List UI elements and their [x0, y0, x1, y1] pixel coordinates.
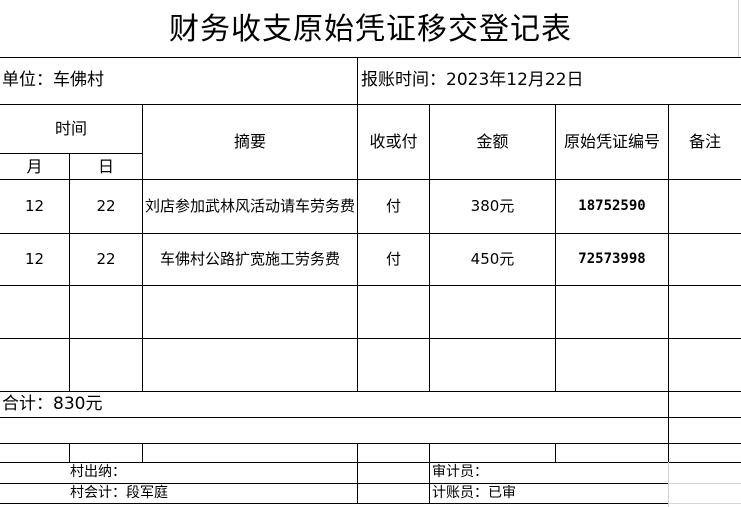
gridline [668, 462, 669, 507]
row2-remark [669, 234, 741, 285]
row2-month: 12 [24, 250, 45, 269]
row2-amount: 450元 [470, 250, 515, 269]
row2-type: 付 [385, 250, 401, 269]
gridline [668, 503, 741, 504]
header-summary: 摘要 [233, 132, 266, 151]
row2-voucher: 72573998 [578, 250, 646, 267]
total-label: 合计：830元 [2, 393, 103, 414]
cashier-label: 村出纳： [70, 464, 126, 481]
rule-below-sign2 [0, 503, 668, 504]
rule-sign-divider [357, 443, 358, 503]
header-time: 时间 [54, 118, 87, 138]
row1-remark [669, 180, 741, 233]
row2-day: 22 [96, 250, 116, 269]
rule-below-row3 [0, 338, 741, 339]
row1-month: 12 [24, 197, 45, 216]
rule-blank-divider-mid [142, 443, 143, 462]
rule-below-row2 [0, 285, 741, 286]
rule-unit-divider [357, 57, 358, 104]
bookkeeper-label: 计账员：已审 [432, 484, 516, 501]
rule-sign-divider-2 [429, 443, 430, 503]
rule-blank-divider [555, 443, 556, 462]
accountant-label: 村会计：段军庭 [70, 484, 168, 501]
rule-blank-divider-left [69, 443, 70, 462]
report-date-label: 报账时间：2023年12月22日 [361, 70, 584, 91]
row1-type: 付 [385, 197, 401, 216]
header-day: 日 [97, 156, 114, 176]
unit-label: 单位：车佛村 [2, 70, 104, 91]
row2-summary: 车佛村公路扩宽施工劳务费 [159, 250, 340, 269]
row1-amount: 380元 [470, 197, 515, 216]
rule-below-blank1 [0, 443, 741, 444]
auditor-label: 审计员： [432, 464, 488, 481]
header-type: 收或付 [369, 132, 418, 151]
rule-below-total [0, 417, 741, 418]
gridline [668, 483, 741, 484]
page-title: 财务收支原始凭证移交登记表 [169, 12, 572, 48]
header-voucher: 原始凭证编号 [563, 132, 660, 151]
header-remark: 备注 [688, 132, 721, 151]
row1-summary: 刘店参加武林风活动请车劳务费 [145, 197, 356, 216]
header-amount: 金额 [476, 132, 509, 151]
row1-voucher: 18752590 [578, 197, 646, 214]
row1-day: 22 [96, 197, 116, 216]
rule-col-remark-lower [668, 391, 669, 462]
header-month: 月 [26, 156, 43, 176]
